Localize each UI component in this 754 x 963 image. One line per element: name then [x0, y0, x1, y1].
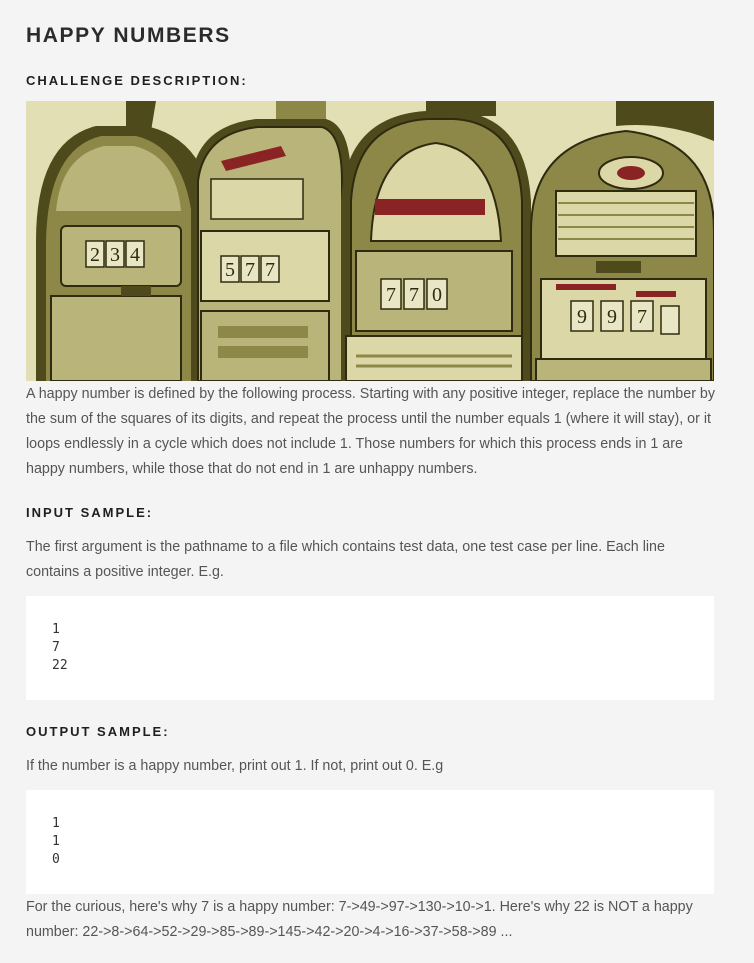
- output-sample-code-block: 1 1 0: [26, 790, 714, 894]
- input-sample-text: The first argument is the pathname to a …: [26, 539, 665, 580]
- challenge-description-text: A happy number is defined by the followi…: [26, 386, 716, 477]
- reel-digit: 7: [409, 284, 419, 306]
- code-line: 1: [52, 622, 60, 637]
- reel-digit: 2: [90, 244, 100, 266]
- reel-digit: 5: [225, 259, 235, 281]
- slot-machines-illustration: 234577770997: [26, 101, 714, 381]
- slot-machine-2: [191, 119, 351, 381]
- code-line: 1: [52, 834, 60, 849]
- happy-number-explanation-text: For the curious, here's why 7 is a happy…: [26, 899, 693, 940]
- reel-digit: 9: [607, 306, 617, 328]
- challenge-description-heading: CHALLENGE DESCRIPTION:: [26, 73, 248, 88]
- input-sample-heading: INPUT SAMPLE:: [26, 505, 154, 520]
- slot-machine-4: [530, 129, 714, 381]
- code-line: 1: [52, 816, 60, 831]
- reel-digit: 7: [637, 306, 647, 328]
- slot-machine-1: [36, 126, 216, 381]
- reel-digit: 0: [432, 284, 442, 306]
- page-title: HAPPY NUMBERS: [26, 24, 231, 47]
- reel-digit: 4: [130, 244, 140, 266]
- reel-digit: 7: [386, 284, 396, 306]
- reel-digit: 3: [110, 244, 120, 266]
- challenge-page: HAPPY NUMBERS CHALLENGE DESCRIPTION: 2 3…: [0, 0, 754, 963]
- output-sample-heading: OUTPUT SAMPLE:: [26, 724, 170, 739]
- code-line: 0: [52, 852, 60, 867]
- code-line: 7: [52, 640, 60, 655]
- output-sample-text: If the number is a happy number, print o…: [26, 758, 444, 774]
- reel-digit: 9: [577, 306, 587, 328]
- reel-digit: 7: [245, 259, 255, 281]
- slot-machine-3: [341, 111, 531, 381]
- code-line: 22: [52, 658, 68, 673]
- input-sample-code-block: 1 7 22: [26, 596, 714, 700]
- reel-digit: 7: [265, 259, 275, 281]
